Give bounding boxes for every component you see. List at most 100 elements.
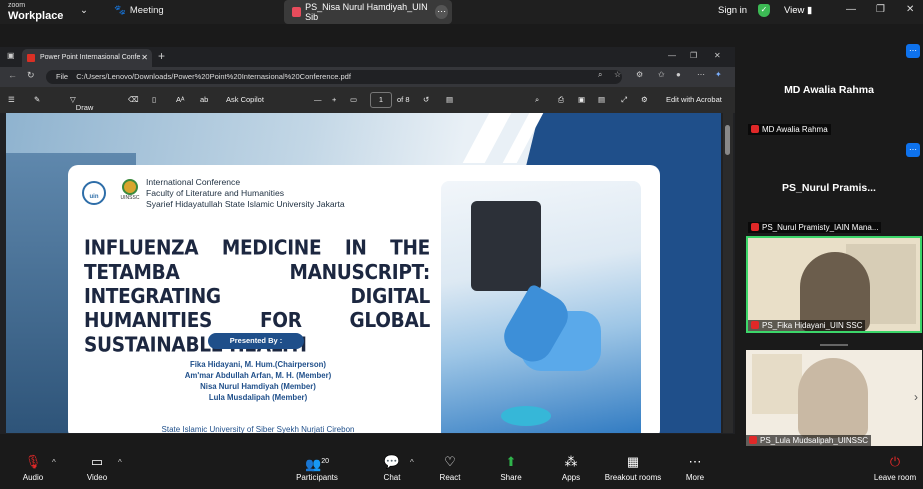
mic-muted-icon xyxy=(751,321,759,329)
tile-options-icon[interactable]: ⋯ xyxy=(906,143,920,157)
chat-button[interactable]: 💬 Chat xyxy=(378,454,406,482)
view-button[interactable]: View ▮ xyxy=(784,5,812,16)
scrollbar-thumb[interactable] xyxy=(725,125,730,155)
edit-with-acrobat-button[interactable]: Edit with Acrobat xyxy=(666,95,722,104)
draw-button[interactable]: ▽ Draw xyxy=(70,95,93,112)
conference-line: Syarief Hidayatullah State Islamic Unive… xyxy=(146,199,345,209)
participant-label-text: PS_Nurul Pramisty_IAIN Mana... xyxy=(762,223,879,232)
video-camera-icon: ▭ xyxy=(90,454,104,469)
browser-close-icon[interactable]: ✕ xyxy=(714,51,721,60)
share-tab-label: PS_Nisa Nurul Hamdiyah_UIN Sib xyxy=(305,2,428,22)
slide-card: uin UINSSC International Conference Facu… xyxy=(68,165,660,433)
browser-maximize-icon[interactable]: ❐ xyxy=(690,51,697,60)
more-button[interactable]: ⋯ More xyxy=(681,454,709,482)
petri-dish-shape xyxy=(501,406,551,426)
close-icon[interactable]: ✕ xyxy=(906,4,914,15)
panel-resize-handle[interactable] xyxy=(820,344,848,346)
fit-page-icon[interactable]: ▭ xyxy=(350,95,357,104)
zoom-in-icon[interactable]: + xyxy=(332,95,336,104)
settings-more-icon[interactable]: ⋯ xyxy=(697,70,705,79)
member-item: Nisa Nurul Hamdiyah (Member) xyxy=(200,382,316,391)
view-label: View xyxy=(784,5,805,16)
zoom-search-icon[interactable]: ⌕ xyxy=(598,70,602,80)
browser-tab-strip: ▣ Power Point Internasional Confe ✕ + — … xyxy=(0,47,735,67)
presented-by-badge: Presented By : xyxy=(208,333,304,349)
read-aloud-icon[interactable]: Aᴬ xyxy=(176,95,184,104)
meeting-label: Meeting xyxy=(129,5,164,16)
save-as-icon[interactable]: ▤ xyxy=(598,95,605,104)
share-icon xyxy=(292,7,302,17)
draw-label: Draw xyxy=(75,103,94,112)
pdf-settings-icon[interactable]: ⚙ xyxy=(641,95,648,104)
conference-line: Faculty of Literature and Humanities xyxy=(146,188,285,198)
meeting-tab[interactable]: 🐾 Meeting xyxy=(114,5,164,16)
screen-share-tab[interactable]: PS_Nisa Nurul Hamdiyah_UIN Sib ⋯ xyxy=(284,0,452,24)
zoom-top-bar: zoom Workplace ⌄ 🐾 Meeting PS_Nisa Nurul… xyxy=(0,0,923,24)
erase-icon[interactable]: ⌫ xyxy=(128,95,139,104)
pdf-scrollbar[interactable] xyxy=(723,113,733,433)
address-bar[interactable]: File C:/Users/Lenovo/Downloads/Power%20P… xyxy=(46,70,622,84)
participant-label-text: MD Awalia Rahma xyxy=(762,125,828,134)
tab-actions-icon[interactable]: ▣ xyxy=(7,51,15,60)
rotate-icon[interactable]: ↺ xyxy=(423,95,429,104)
shield-check-icon[interactable]: ✓ xyxy=(758,4,770,17)
page-number-input[interactable]: 1 xyxy=(370,92,392,108)
tab-close-icon[interactable]: ✕ xyxy=(141,49,148,67)
share-button[interactable]: ⬆ Share xyxy=(497,454,525,482)
extensions-icon[interactable]: ⚙ xyxy=(636,70,643,79)
mic-muted-icon: 🎙 xyxy=(24,454,42,469)
participants-button[interactable]: 👥20 Participants xyxy=(294,454,340,482)
url-text: C:/Users/Lenovo/Downloads/Power%20Point%… xyxy=(76,72,351,81)
favorite-icon[interactable]: ☆ xyxy=(614,70,621,79)
participant-video-fika[interactable]: PS_Fika Hidayani_UIN SSC xyxy=(746,236,922,333)
tile-options-icon[interactable]: ⋯ xyxy=(906,44,920,58)
audio-options-caret-icon[interactable]: ^ xyxy=(52,458,56,467)
refresh-icon[interactable]: ↻ xyxy=(27,70,35,81)
participant-video-lula[interactable]: PS_Lula Mudsalipah_UINSSC › xyxy=(746,350,922,446)
audio-button[interactable]: 🎙 Audio xyxy=(18,454,48,482)
highlight-icon[interactable]: ✎ xyxy=(34,95,40,104)
profile-icon[interactable]: ● xyxy=(676,70,681,79)
browser-tab-pdf[interactable]: Power Point Internasional Confe ✕ xyxy=(22,49,152,67)
new-tab-icon[interactable]: + xyxy=(158,49,165,63)
zoom-out-icon[interactable]: — xyxy=(314,95,322,104)
uinssc-emblem xyxy=(122,179,138,195)
translate-icon[interactable]: ab xyxy=(200,95,208,104)
more-icon: ⋯ xyxy=(688,454,702,469)
favorites-bar-icon[interactable]: ✩ xyxy=(658,70,665,79)
copilot-icon[interactable]: ✦ xyxy=(715,70,722,79)
chevron-right-icon[interactable]: › xyxy=(914,390,918,404)
leave-icon: ⏻ xyxy=(889,454,901,469)
browser-minimize-icon[interactable]: — xyxy=(668,51,676,60)
leave-room-button[interactable]: ⏻ Leave room xyxy=(872,454,918,482)
print-icon[interactable]: ⎙ xyxy=(558,95,564,105)
react-button[interactable]: ♡ React xyxy=(436,454,464,482)
back-icon[interactable]: ← xyxy=(8,70,17,80)
breakout-rooms-button[interactable]: ▦ Breakout rooms xyxy=(602,454,664,482)
minimize-icon[interactable]: — xyxy=(846,4,856,15)
save-icon[interactable]: ▣ xyxy=(578,95,585,104)
participant-label-text: PS_Lula Mudsalipah_UINSSC xyxy=(760,436,869,445)
participants-label: Participants xyxy=(296,473,338,482)
breakout-rooms-icon: ▦ xyxy=(626,454,640,469)
chat-options-caret-icon[interactable]: ^ xyxy=(410,458,414,467)
more-icon[interactable]: ⋯ xyxy=(435,5,448,19)
contents-icon[interactable]: ☰ xyxy=(8,95,15,104)
chevron-down-icon[interactable]: ⌄ xyxy=(80,5,88,16)
video-button[interactable]: ▭ Video xyxy=(82,454,112,482)
ask-copilot-button[interactable]: Ask Copilot xyxy=(226,95,264,104)
video-options-caret-icon[interactable]: ^ xyxy=(118,458,122,467)
chat-label: Chat xyxy=(383,473,401,482)
text-box-icon[interactable]: ▯ xyxy=(152,95,156,104)
apps-button[interactable]: ⁂ Apps xyxy=(557,454,585,482)
maximize-icon[interactable]: ❐ xyxy=(876,4,885,15)
page-view-icon[interactable]: ▤ xyxy=(446,95,453,104)
find-icon[interactable]: ⌕ xyxy=(535,95,539,105)
sign-in-button[interactable]: Sign in xyxy=(718,5,747,16)
conference-info: International Conference Faculty of Lite… xyxy=(146,177,345,210)
page-number: 1 xyxy=(378,95,384,104)
pdf-page[interactable]: uin UINSSC International Conference Facu… xyxy=(6,113,721,433)
conference-line: International Conference xyxy=(146,177,241,187)
react-label: React xyxy=(439,473,461,482)
fullscreen-icon[interactable]: ⤢ xyxy=(621,95,627,105)
